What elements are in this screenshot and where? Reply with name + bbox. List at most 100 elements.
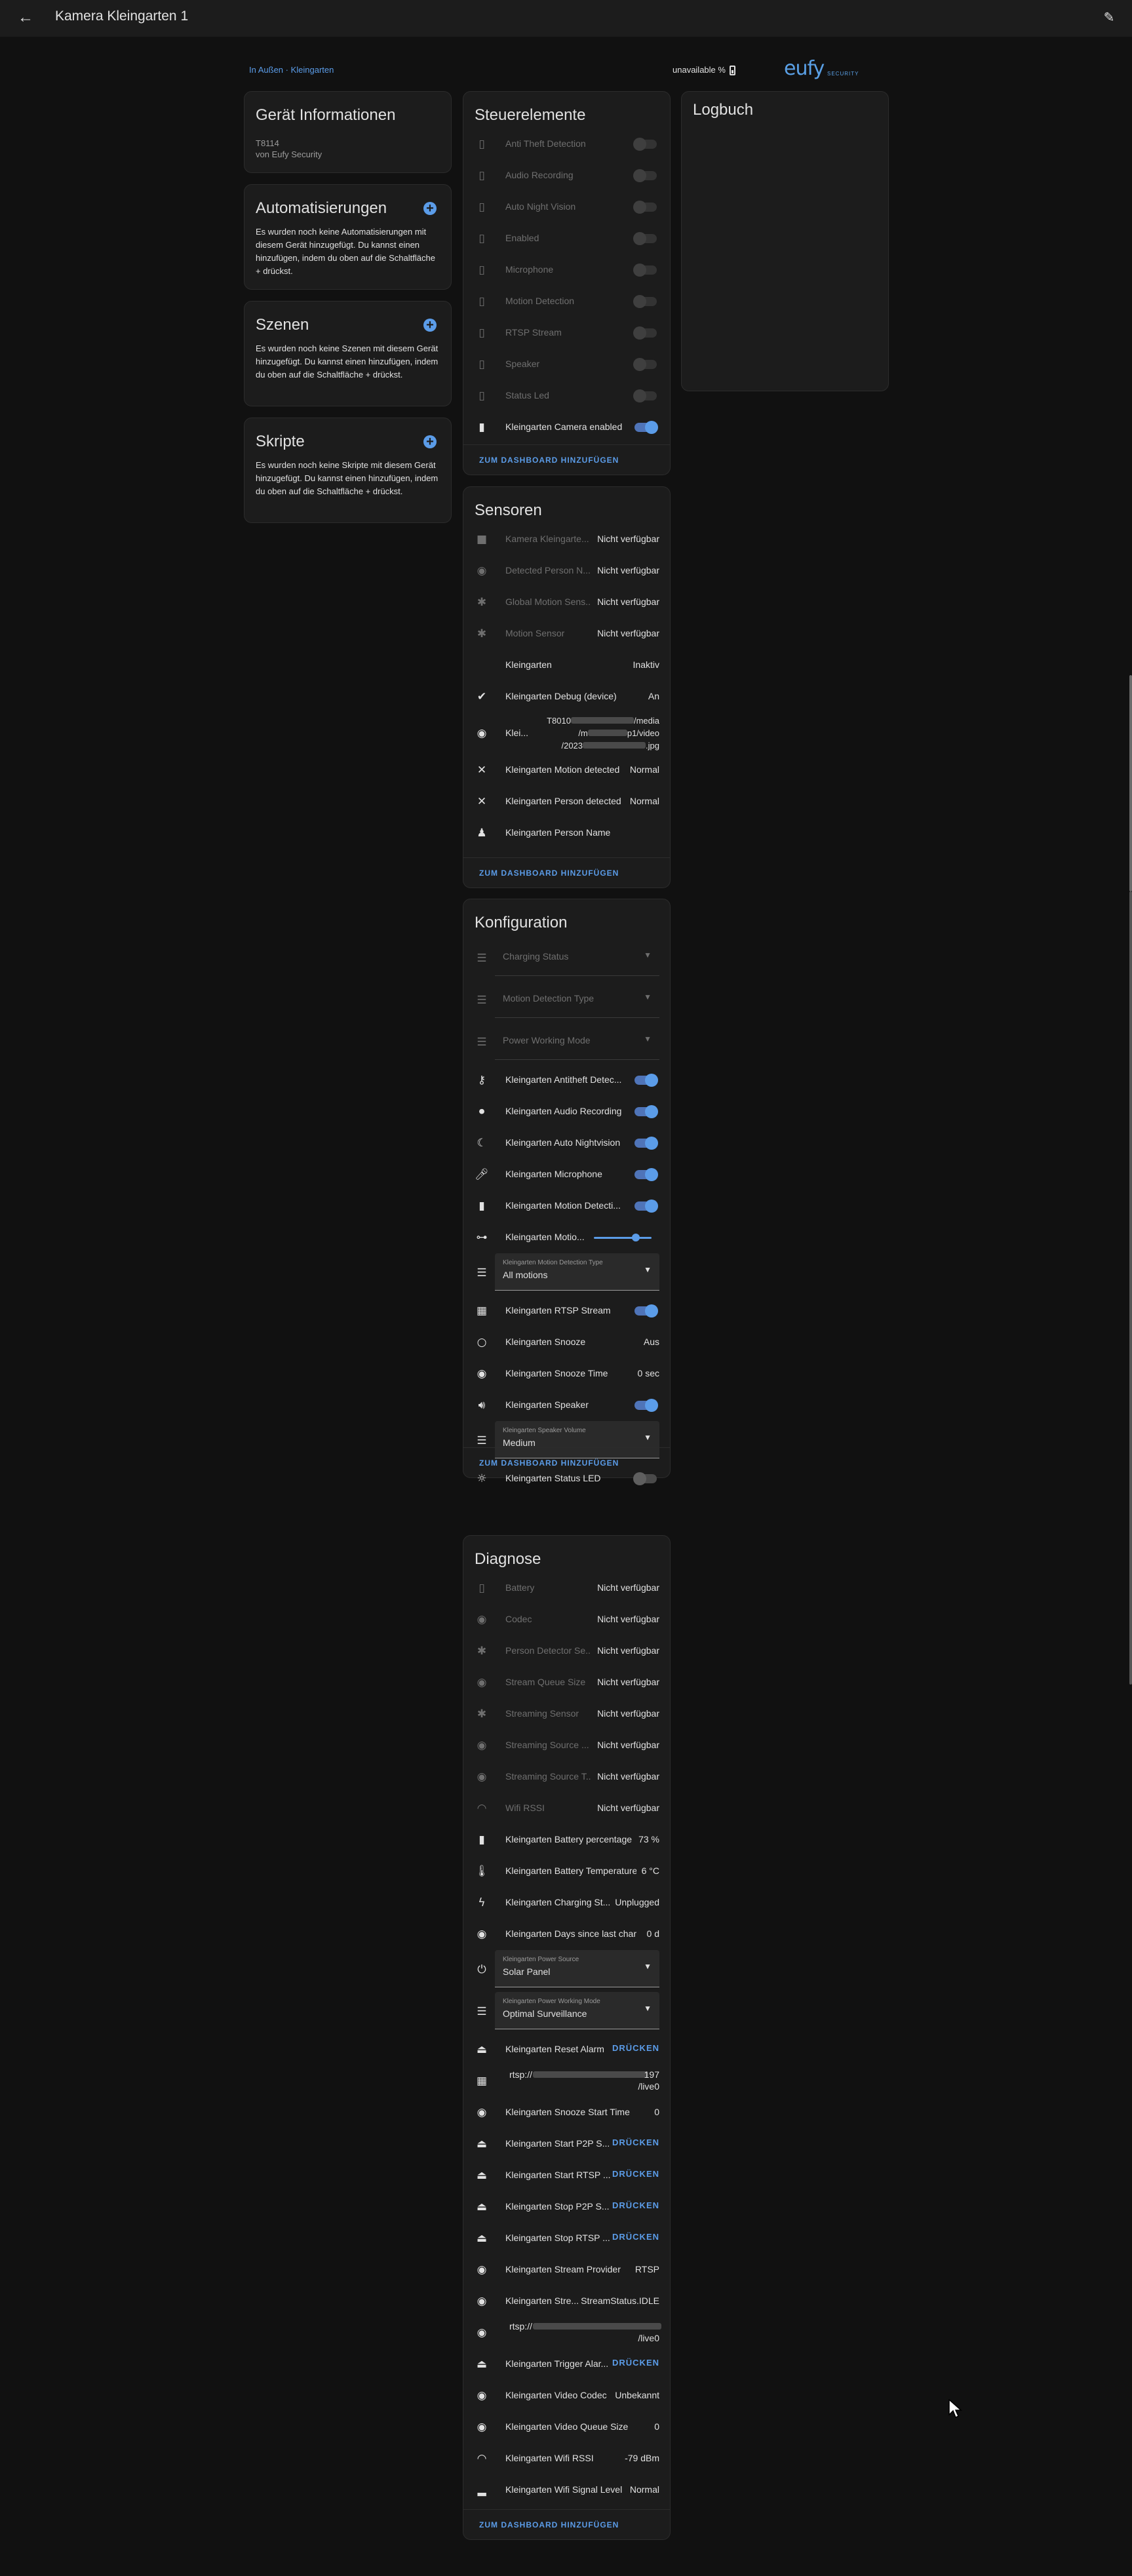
toggle-switch[interactable]: [634, 1200, 658, 1213]
diagnose-row[interactable]: ▯ Battery Nicht verfügbar: [463, 1572, 670, 1604]
diagnose-row[interactable]: ◉ rtsp:// /live0: [463, 2317, 670, 2349]
config-toggle-row[interactable]: ▦ Kleingarten RTSP Stream: [463, 1295, 670, 1327]
toggle-switch[interactable]: [633, 232, 657, 245]
toggle-switch[interactable]: [634, 1137, 658, 1150]
toggle-switch[interactable]: [634, 1304, 658, 1317]
control-row[interactable]: ▮ Kleingarten Camera enabled: [463, 412, 670, 443]
config-toggle-row[interactable]: ⏺ Kleingarten Audio Recording: [463, 1096, 670, 1127]
sensor-row[interactable]: ◉ Klei... T8010/media /m p1/video /2023 .jp…: [463, 712, 670, 754]
sensor-row[interactable]: Kleingarten Inaktiv: [463, 650, 670, 681]
config-toggle-row[interactable]: 🎤︎ Kleingarten Microphone: [463, 1159, 670, 1190]
sensor-row[interactable]: ✕ Kleingarten Motion detected Normal: [463, 754, 670, 786]
toggle-switch[interactable]: [634, 421, 658, 434]
press-button[interactable]: DRÜCKEN: [612, 2358, 659, 2368]
diagnose-row[interactable]: ◉ Streaming Source T... Nicht verfügbar: [463, 1761, 670, 1793]
power-source-dropdown[interactable]: Kleingarten Power Source Solar Panel ▼: [495, 1950, 659, 1987]
diagnose-row[interactable]: ◉ Kleingarten Stream Provider RTSP: [463, 2254, 670, 2286]
select-row[interactable]: ☰ Motion Detection Type ▼: [463, 981, 670, 1023]
diagnose-button-row[interactable]: ⏏ Kleingarten Reset Alarm DRÜCKEN: [463, 2034, 670, 2065]
diagnose-row[interactable]: ✱ Streaming Sensor Nicht verfügbar: [463, 1698, 670, 1730]
sensor-row[interactable]: ✱ Global Motion Sens... Nicht verfügbar: [463, 587, 670, 618]
control-row[interactable]: ▯ Auto Night Vision: [463, 191, 670, 223]
diagnose-row[interactable]: ◠ Wifi RSSI Nicht verfügbar: [463, 1793, 670, 1824]
control-row[interactable]: ▯ Enabled: [463, 223, 670, 254]
toggle-switch[interactable]: [633, 389, 657, 402]
config-toggle-row[interactable]: ☾ Kleingarten Auto Nightvision: [463, 1127, 670, 1159]
scrollbar-track-segment[interactable]: [1129, 891, 1132, 1685]
diagnose-row[interactable]: ▦ rtsp:// 197/live0: [463, 2065, 670, 2097]
toggle-switch[interactable]: [634, 1105, 658, 1118]
add-to-dashboard-button[interactable]: ZUM DASHBOARD HINZUFÜGEN: [479, 2520, 619, 2529]
press-button[interactable]: DRÜCKEN: [612, 2200, 659, 2210]
charging-status-select[interactable]: Charging Status ▼: [495, 939, 659, 976]
breadcrumb-area-link[interactable]: In Außen: [249, 65, 283, 75]
toggle-switch[interactable]: [633, 138, 657, 151]
config-toggle-row[interactable]: ▮ Kleingarten Motion Detecti...: [463, 1190, 670, 1222]
diagnose-row[interactable]: ◉ Kleingarten Video Codec Unbekannt: [463, 2380, 670, 2411]
diagnose-row[interactable]: ◉ Stream Queue Size Nicht verfügbar: [463, 1667, 670, 1698]
press-button[interactable]: DRÜCKEN: [612, 2169, 659, 2179]
select-row[interactable]: ☰ Kleingarten Power Working Mode Optimal S…: [463, 1992, 670, 2034]
config-value-row[interactable]: ○ Kleingarten Snooze Aus: [463, 1327, 670, 1358]
add-scene-button[interactable]: +: [423, 319, 437, 332]
toggle-switch[interactable]: [634, 1168, 658, 1181]
control-row[interactable]: ▯ Microphone: [463, 254, 670, 286]
toggle-switch[interactable]: [633, 326, 657, 340]
toggle-switch[interactable]: [633, 169, 657, 182]
press-button[interactable]: DRÜCKEN: [612, 2043, 659, 2053]
sensor-row[interactable]: ♟ Kleingarten Person Name: [463, 817, 670, 849]
sensor-row[interactable]: ✱ Motion Sensor Nicht verfügbar: [463, 618, 670, 650]
toggle-switch[interactable]: [633, 295, 657, 308]
diagnose-row[interactable]: ▂ Kleingarten Wifi Signal Level Normal: [463, 2474, 670, 2506]
power-working-mode-select[interactable]: Power Working Mode ▼: [495, 1023, 659, 1060]
diagnose-row[interactable]: ✱ Person Detector Se... Nicht verfügbar: [463, 1635, 670, 1667]
toggle-switch[interactable]: [633, 358, 657, 371]
diagnose-button-row[interactable]: ⏏ Kleingarten Start RTSP ... DRÜCKEN: [463, 2160, 670, 2191]
select-row[interactable]: ☰ Kleingarten Motion Detection Type All mo…: [463, 1253, 670, 1295]
diagnose-row[interactable]: ▮ Kleingarten Battery percentage 73 %: [463, 1824, 670, 1856]
add-to-dashboard-button[interactable]: ZUM DASHBOARD HINZUFÜGEN: [479, 1458, 619, 1468]
power-working-mode-dropdown[interactable]: Kleingarten Power Working Mode Optimal Su…: [495, 1992, 659, 2029]
select-row[interactable]: ☰ Charging Status ▼: [463, 939, 670, 981]
control-row[interactable]: ▯ Status Led: [463, 380, 670, 412]
config-value-row[interactable]: ◉ Kleingarten Snooze Time 0 sec: [463, 1358, 670, 1390]
config-toggle-row[interactable]: 🔊︎ Kleingarten Speaker: [463, 1390, 670, 1421]
back-arrow-icon[interactable]: ←: [17, 9, 34, 26]
config-slider-row[interactable]: ⊶ Kleingarten Motio...: [463, 1222, 670, 1253]
press-button[interactable]: DRÜCKEN: [612, 2137, 659, 2147]
control-row[interactable]: ▯ RTSP Stream: [463, 317, 670, 349]
diagnose-button-row[interactable]: ⏏ Kleingarten Start P2P S... DRÜCKEN: [463, 2128, 670, 2160]
diagnose-row[interactable]: ◠ Kleingarten Wifi RSSI -79 dBm: [463, 2443, 670, 2474]
control-row[interactable]: ▯ Motion Detection: [463, 286, 670, 317]
diagnose-row[interactable]: 🌡︎ Kleingarten Battery Temperature 6 °C: [463, 1856, 670, 1887]
diagnose-row[interactable]: ◉ Kleingarten Snooze Start Time 0: [463, 2097, 670, 2128]
sensor-row[interactable]: ✔ Kleingarten Debug (device) An: [463, 681, 670, 712]
diagnose-row[interactable]: ◉ Codec Nicht verfügbar: [463, 1604, 670, 1635]
diagnose-row[interactable]: ϟ Kleingarten Charging St... Unplugged: [463, 1887, 670, 1919]
control-row[interactable]: ▯ Speaker: [463, 349, 670, 380]
press-button[interactable]: DRÜCKEN: [612, 2232, 659, 2242]
toggle-switch[interactable]: [633, 201, 657, 214]
add-to-dashboard-button[interactable]: ZUM DASHBOARD HINZUFÜGEN: [479, 868, 619, 878]
toggle-switch[interactable]: [634, 1074, 658, 1087]
breadcrumb-device-link[interactable]: Kleingarten: [291, 65, 334, 75]
diagnose-row[interactable]: ◉ Kleingarten Days since last char... 0 d: [463, 1919, 670, 1950]
control-row[interactable]: ▯ Anti Theft Detection: [463, 128, 670, 160]
scrollbar-thumb[interactable]: [1129, 675, 1132, 891]
diagnose-button-row[interactable]: ⏏ Kleingarten Trigger Alar... DRÜCKEN: [463, 2349, 670, 2380]
diagnose-row[interactable]: ◉ Streaming Source ... Nicht verfügbar: [463, 1730, 670, 1761]
sensor-row[interactable]: ◉ Detected Person N... Nicht verfügbar: [463, 555, 670, 587]
add-to-dashboard-button[interactable]: ZUM DASHBOARD HINZUFÜGEN: [479, 456, 619, 465]
diagnose-button-row[interactable]: ⏏ Kleingarten Stop RTSP ... DRÜCKEN: [463, 2223, 670, 2254]
sensor-row[interactable]: ■ Kamera Kleingarte... Nicht verfügbar: [463, 524, 670, 555]
edit-pencil-icon[interactable]: ✎: [1101, 9, 1118, 26]
toggle-switch[interactable]: [634, 1399, 658, 1412]
sensitivity-slider[interactable]: [594, 1234, 652, 1241]
diagnose-row[interactable]: ◉ Kleingarten Stre... StreamStatus.IDLE: [463, 2286, 670, 2317]
motion-detection-type-dropdown[interactable]: Kleingarten Motion Detection Type All mot…: [495, 1253, 659, 1291]
config-toggle-row[interactable]: ⚷ Kleingarten Antitheft Detec...: [463, 1064, 670, 1096]
select-row[interactable]: ⏻ Kleingarten Power Source Solar Panel ▼: [463, 1950, 670, 1992]
control-row[interactable]: ▯ Audio Recording: [463, 160, 670, 191]
add-script-button[interactable]: +: [423, 435, 437, 448]
diagnose-row[interactable]: ◉ Kleingarten Video Queue Size 0: [463, 2411, 670, 2443]
